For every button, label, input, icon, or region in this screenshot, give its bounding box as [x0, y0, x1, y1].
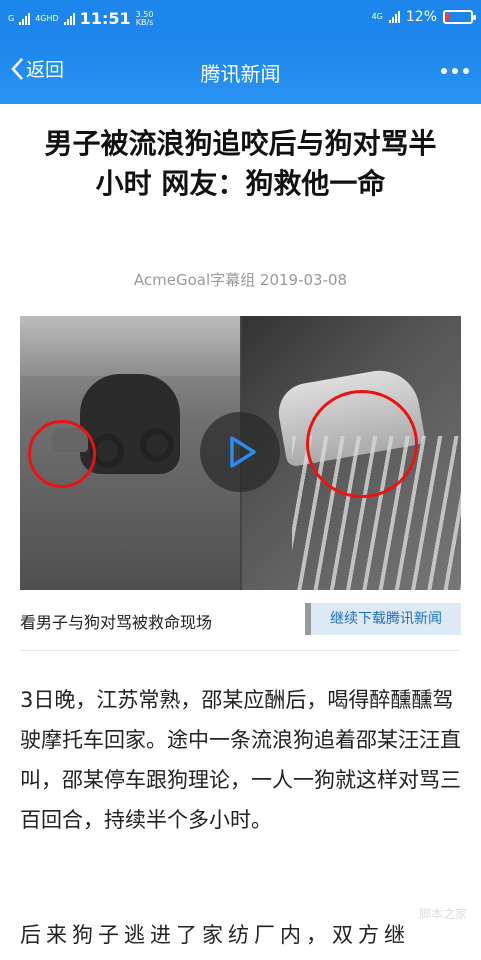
download-app-button[interactable]: 继续下载腾讯新闻	[305, 603, 461, 635]
play-icon	[230, 436, 256, 468]
nav-title: 腾讯新闻	[200, 62, 281, 86]
nav-bar: 返回 腾讯新闻	[0, 37, 481, 104]
signal-icon-right	[388, 11, 400, 23]
battery-icon	[443, 10, 476, 24]
battery-percent: 12%	[405, 9, 437, 25]
more-dots-icon[interactable]	[441, 68, 469, 74]
highlight-circle-left	[28, 420, 96, 488]
video-player[interactable]	[20, 316, 461, 590]
network-type-2: 4GHD	[35, 13, 59, 23]
article-paragraph: 后来狗子逃进了家纺厂内，双方继	[20, 923, 410, 947]
network-type-right: 4G	[371, 12, 383, 21]
video-caption: 看男子与狗对骂被救命现场	[20, 613, 213, 632]
network-speed: 3.50 KB/s	[135, 9, 154, 27]
divider	[20, 650, 461, 651]
clock: 11:51	[79, 9, 131, 28]
status-bar: G 4GHD 11:51 3.50 KB/s 4G 12%	[0, 0, 481, 37]
signal-icon	[19, 12, 31, 25]
article-source-date: AcmeGoal字幕组 2019-03-08	[133, 271, 348, 289]
play-button[interactable]	[200, 412, 280, 492]
article-title: 男子被流浪狗追咬后与狗对骂半小时 网友：狗救他一命	[44, 127, 437, 200]
video-caption-bar: 看男子与狗对骂被救命现场 继续下载腾讯新闻	[20, 599, 461, 641]
network-type-1: G	[8, 13, 15, 23]
article-paragraph: 3日晚，江苏常熟，邵某应酬后，喝得醉醺醺驾驶摩托车回家。途中一条流浪狗追着邵某汪…	[20, 688, 461, 832]
watermark: 脚本之家	[418, 907, 467, 921]
highlight-circle-right	[306, 390, 418, 498]
signal-icon-2	[63, 12, 75, 25]
